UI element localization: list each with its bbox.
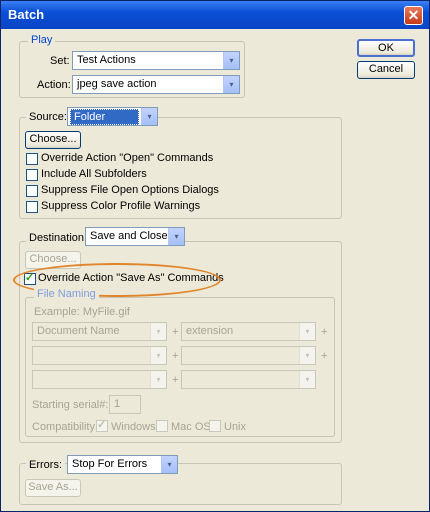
chevron-down-icon: ▾: [223, 52, 239, 69]
chevron-down-icon: ▾: [299, 323, 315, 340]
override-save-as-label: Override Action "Save As" Commands: [38, 272, 224, 284]
suppress-open-dialogs-label: Suppress File Open Options Dialogs: [41, 184, 219, 196]
window-title: Batch: [8, 7, 45, 22]
include-subfolders-checkbox[interactable]: [26, 169, 38, 181]
naming-field-1[interactable]: Document Name ▾: [32, 322, 167, 341]
chevron-down-icon: ▾: [150, 347, 166, 364]
compatibility-label: Compatibility:: [32, 421, 99, 433]
cancel-button[interactable]: Cancel: [357, 61, 415, 79]
chevron-down-icon: ▾: [150, 371, 166, 388]
errors-select[interactable]: Stop For Errors ▾: [67, 455, 178, 474]
chevron-down-icon: ▾: [168, 228, 184, 245]
action-select[interactable]: jpeg save action ▾: [72, 75, 240, 94]
file-naming-group: [25, 297, 335, 437]
plus-icon: +: [321, 326, 328, 338]
chevron-down-icon: ▾: [223, 76, 239, 93]
plus-icon: +: [172, 374, 179, 386]
chevron-down-icon: ▾: [141, 108, 157, 125]
override-save-as-checkbox[interactable]: ✓: [24, 272, 36, 285]
suppress-color-warnings-label: Suppress Color Profile Warnings: [41, 200, 201, 212]
destination-select[interactable]: Save and Close ▾: [85, 227, 185, 246]
naming-field-4[interactable]: ▾: [181, 346, 316, 365]
chevron-down-icon: ▾: [299, 347, 315, 364]
naming-field-5[interactable]: ▾: [32, 370, 167, 389]
source-label: Source:: [26, 111, 70, 123]
naming-field-2[interactable]: extension ▾: [181, 322, 316, 341]
naming-field-6[interactable]: ▾: [181, 370, 316, 389]
source-choose-button[interactable]: Choose...: [25, 131, 81, 149]
suppress-open-dialogs-checkbox[interactable]: [26, 185, 38, 197]
serial-label: Starting serial#:: [32, 399, 109, 411]
unix-label: Unix: [224, 421, 247, 433]
macos-checkbox[interactable]: [156, 420, 168, 432]
chevron-down-icon: ▾: [299, 371, 315, 388]
check-icon: ✓: [25, 272, 35, 284]
source-select[interactable]: Folder ▾: [67, 107, 158, 126]
check-icon: ✓: [97, 419, 107, 431]
close-icon[interactable]: ✕: [404, 6, 423, 25]
example-text: Example: MyFile.gif: [34, 306, 130, 318]
errors-save-as-button[interactable]: Save As...: [25, 479, 81, 497]
errors-label: Errors:: [26, 459, 65, 471]
windows-checkbox[interactable]: ✓: [96, 419, 108, 432]
batch-dialog: Batch ✕ OK Cancel Play Set: Test Actions…: [0, 0, 430, 512]
action-label: Action:: [37, 79, 71, 91]
set-select[interactable]: Test Actions ▾: [72, 51, 240, 70]
override-open-label: Override Action "Open" Commands: [41, 152, 214, 164]
macos-label: Mac OS: [171, 421, 211, 433]
windows-label: Windows: [111, 421, 156, 433]
destination-choose-button[interactable]: Choose...: [25, 251, 81, 269]
title-bar: Batch ✕: [1, 1, 429, 29]
include-subfolders-label: Include All Subfolders: [41, 168, 147, 180]
chevron-down-icon: ▾: [161, 456, 177, 473]
plus-icon: +: [172, 326, 179, 338]
plus-icon: +: [172, 350, 179, 362]
ok-button[interactable]: OK: [357, 39, 415, 57]
suppress-color-warnings-checkbox[interactable]: [26, 201, 38, 213]
destination-label: Destination:: [26, 232, 91, 244]
naming-field-3[interactable]: ▾: [32, 346, 167, 365]
plus-icon: +: [321, 350, 328, 362]
set-label: Set:: [50, 55, 70, 67]
override-open-checkbox[interactable]: [26, 153, 38, 165]
file-naming-legend: File Naming: [34, 288, 99, 300]
serial-input[interactable]: 1: [109, 395, 141, 414]
play-legend: Play: [28, 34, 56, 46]
unix-checkbox[interactable]: [209, 420, 221, 432]
chevron-down-icon: ▾: [150, 323, 166, 340]
